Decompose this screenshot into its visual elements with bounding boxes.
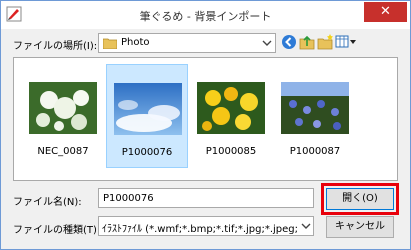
file-thumbnail [114, 83, 182, 135]
title-bar[interactable]: 筆ぐるめ - 背景インポート ✕ [1, 1, 410, 29]
window-title: 筆ぐるめ - 背景インポート [139, 10, 272, 23]
file-thumbnail [29, 82, 97, 134]
new-folder-icon[interactable] [316, 33, 334, 51]
filetype-label: ファイルの種類(T): [13, 225, 101, 236]
chevron-down-icon [262, 40, 272, 46]
file-item-selected[interactable]: P1000076 [106, 64, 188, 168]
lookin-value: Photo [121, 37, 150, 48]
lookin-dropdown[interactable]: Photo [98, 33, 276, 53]
file-name: NEC_0087 [37, 146, 89, 157]
file-list[interactable]: NEC_0087 P1000076 P1000085 P1000087 [13, 57, 398, 181]
file-thumbnail [281, 82, 349, 134]
lookin-label: ファイルの場所(I): [13, 41, 98, 52]
filetype-dropdown[interactable]: ｲﾗｽﾄﾌｧｲﾙ (*.wmf;*.bmp;*.tif;*.jpg;*.jpeg… [98, 216, 314, 236]
chevron-down-icon [301, 223, 311, 229]
file-item[interactable]: NEC_0087 [22, 64, 104, 168]
cancel-button[interactable]: キャンセル [326, 216, 394, 238]
file-thumbnail [197, 82, 265, 134]
filename-input[interactable] [98, 188, 314, 208]
filetype-chevron-box [299, 217, 313, 235]
file-item[interactable]: P1000085 [190, 64, 272, 168]
view-menu-icon[interactable] [335, 33, 357, 51]
back-icon[interactable] [280, 33, 298, 51]
file-name: P1000087 [289, 146, 341, 157]
import-dialog: 筆ぐるめ - 背景インポート ✕ ファイルの場所(I): Photo NEC_0… [0, 0, 411, 250]
filename-label: ファイル名(N): [13, 197, 82, 208]
close-button[interactable]: ✕ [364, 2, 407, 22]
up-folder-icon[interactable] [298, 33, 316, 51]
file-item[interactable]: P1000087 [274, 64, 356, 168]
file-name: P1000085 [205, 146, 257, 157]
filetype-value: ｲﾗｽﾄﾌｧｲﾙ (*.wmf;*.bmp;*.tif;*.jpg;*.jpeg… [102, 224, 299, 235]
folder-icon [103, 38, 117, 49]
open-button[interactable]: 開く(O) [326, 188, 394, 210]
file-name: P1000076 [121, 147, 173, 158]
